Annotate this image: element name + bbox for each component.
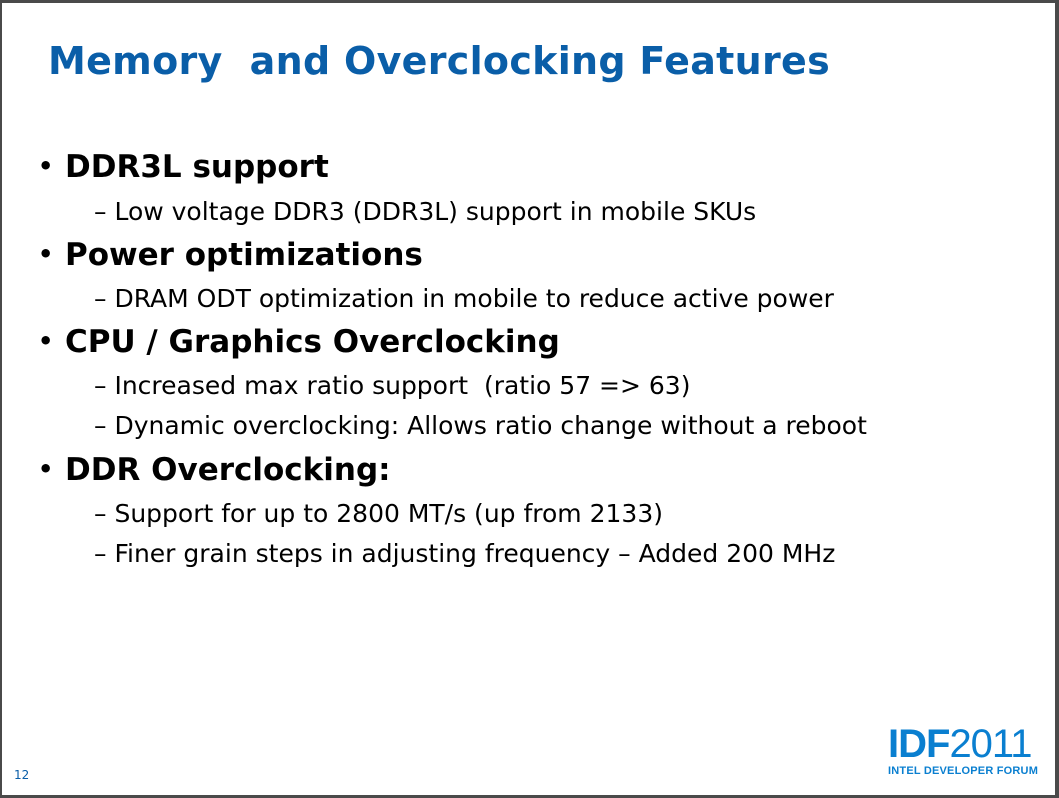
bullet-heading: • Power optimizations <box>38 237 423 273</box>
bullet-text: Power optimizations <box>65 237 423 273</box>
dash-icon: – <box>94 499 107 528</box>
slide: Memory and Overclocking Features • DDR3L … <box>2 3 1055 795</box>
bullet-text: CPU / Graphics Overclocking <box>65 324 560 360</box>
sub-bullet-text: DRAM ODT optimization in mobile to reduc… <box>114 284 834 313</box>
idf-logo: IDF2011 INTEL DEVELOPER FORUM <box>888 724 1038 777</box>
bullet-icon: • <box>38 327 54 355</box>
bullet-text: DDR3L support <box>65 149 329 185</box>
bullet-icon: • <box>38 152 54 180</box>
logo-tagline: INTEL DEVELOPER FORUM <box>888 765 1039 777</box>
logo-year: 2011 <box>949 722 1032 766</box>
sub-bullet-text: Increased max ratio support (ratio 57 =>… <box>114 371 691 400</box>
bullet-text: DDR Overclocking: <box>65 452 391 488</box>
dash-icon: – <box>94 284 107 313</box>
dash-icon: – <box>94 371 107 400</box>
logo-idf: IDF <box>888 722 950 766</box>
slide-title: Memory and Overclocking Features <box>48 39 831 83</box>
sub-bullet: – Dynamic overclocking: Allows ratio cha… <box>94 411 867 440</box>
sub-bullet: – DRAM ODT optimization in mobile to red… <box>94 284 834 313</box>
bullet-heading: • DDR3L support <box>38 149 329 185</box>
sub-bullet: – Increased max ratio support (ratio 57 … <box>94 371 690 400</box>
bullet-icon: • <box>38 240 54 268</box>
sub-bullet: – Support for up to 2800 MT/s (up from 2… <box>94 499 663 528</box>
page-number: 12 <box>14 768 30 782</box>
sub-bullet: – Finer grain steps in adjusting frequen… <box>94 539 835 568</box>
sub-bullet-text: Support for up to 2800 MT/s (up from 213… <box>114 499 663 528</box>
sub-bullet-text: Dynamic overclocking: Allows ratio chang… <box>114 411 867 440</box>
bullet-heading: • DDR Overclocking: <box>38 452 391 488</box>
sub-bullet-text: Low voltage DDR3 (DDR3L) support in mobi… <box>114 197 757 226</box>
dash-icon: – <box>94 411 107 440</box>
bullet-heading: • CPU / Graphics Overclocking <box>38 324 560 360</box>
sub-bullet-text: Finer grain steps in adjusting frequency… <box>114 539 836 568</box>
dash-icon: – <box>94 197 107 226</box>
bullet-icon: • <box>38 455 54 483</box>
sub-bullet: – Low voltage DDR3 (DDR3L) support in mo… <box>94 197 756 226</box>
dash-icon: – <box>94 539 107 568</box>
